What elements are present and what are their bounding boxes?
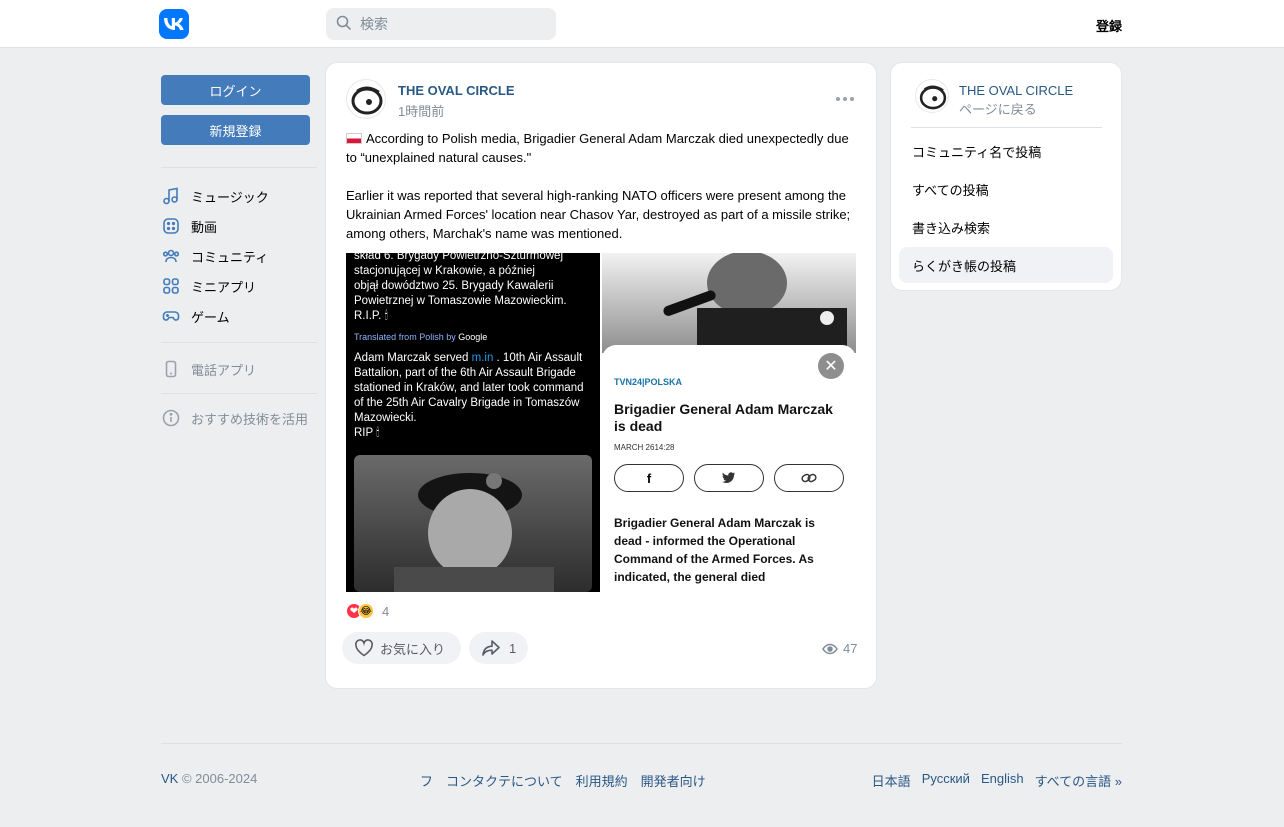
news-date: MARCH 2614:28 <box>614 443 675 452</box>
community-avatar[interactable] <box>346 79 386 119</box>
twitter-share-icon[interactable] <box>694 464 764 492</box>
portrait-image <box>354 455 592 592</box>
eye-icon <box>822 643 838 655</box>
general-photo <box>602 253 856 353</box>
lang-english[interactable]: English <box>981 771 1024 790</box>
lang-russian[interactable]: Русский <box>922 771 970 790</box>
post-paragraph-1: According to Polish media, Brigadier Gen… <box>346 131 849 165</box>
post-author[interactable]: THE OVAL CIRCLE <box>398 83 515 98</box>
signup-button[interactable]: 新規登録 <box>161 115 310 145</box>
nav-item-label: コミュニティ <box>191 249 269 265</box>
nav-item-games[interactable]: ゲーム <box>161 302 317 330</box>
photo-text-line: Powietrznej w Tomaszowie Mazowieckim. <box>354 295 567 307</box>
nav-item-phone-app[interactable]: 電話アプリ <box>161 355 317 383</box>
translated-label: Translated from Polish by <box>354 332 456 342</box>
post-time[interactable]: 1時間前 <box>398 101 444 120</box>
sidebar-item-search-posts[interactable]: 書き込み検索 <box>899 209 1113 245</box>
translated-brand: Google <box>458 332 488 342</box>
nav-item-video[interactable]: 動画 <box>161 212 317 240</box>
news-body: Brigadier General Adam Marczak is dead -… <box>614 516 815 584</box>
sidebar-divider <box>911 127 1102 128</box>
footer-languages: 日本語 Русский English すべての言語 » <box>872 771 1122 790</box>
community-sidebar: THE OVAL CIRCLE ページに戻る コミュニティ名で投稿 すべての投稿… <box>890 62 1122 291</box>
footer-link-developers[interactable]: 開発者向け <box>641 771 706 790</box>
footer-link[interactable]: フ <box>420 771 433 790</box>
sidebar-item-all-posts[interactable]: すべての投稿 <box>899 171 1113 207</box>
lang-japanese[interactable]: 日本語 <box>872 771 911 790</box>
post-photo-left[interactable]: skład 6. Brygady Powietrzno-Szturmowej s… <box>346 253 600 592</box>
nav-item-label: 電話アプリ <box>191 362 257 378</box>
sidebar-item-wall-posts[interactable]: らくがき帳の投稿 <box>899 247 1113 283</box>
view-count: 47 <box>843 641 858 656</box>
photo-text-line: R.I.P. 🕯 <box>354 310 388 322</box>
info-icon <box>161 408 181 428</box>
gamepad-icon <box>161 306 181 326</box>
community-icon <box>161 246 181 266</box>
photo-text-prefix: Adam Marczak served <box>354 352 469 364</box>
nav-divider <box>161 393 317 394</box>
search-input[interactable] <box>360 16 550 32</box>
vk-logo-icon[interactable] <box>159 9 189 39</box>
nav-item-label: ミニアプリ <box>191 279 257 295</box>
facebook-share-icon[interactable]: f <box>614 464 684 492</box>
nav-item-music[interactable]: ミュージック <box>161 182 317 210</box>
nav-item-label: ゲーム <box>191 309 230 325</box>
phone-icon <box>161 359 181 379</box>
nav-item-community[interactable]: コミュニティ <box>161 242 317 270</box>
photo-text-link: m.in <box>471 352 494 364</box>
nav-item-label: おすすめ技術を活用 <box>191 411 309 427</box>
share-icon <box>481 639 501 657</box>
footer-copyright-text: © 2006-2024 <box>181 771 258 786</box>
login-button[interactable]: ログイン <box>161 75 310 105</box>
like-button[interactable]: お気に入り <box>342 632 461 664</box>
share-button[interactable]: 1 <box>469 632 528 664</box>
more-options-icon[interactable] <box>836 91 854 107</box>
apps-icon <box>161 276 181 296</box>
heart-icon <box>354 639 374 657</box>
footer-brand[interactable]: VK <box>161 771 178 786</box>
nav-item-label: 動画 <box>191 219 218 235</box>
view-counter: 47 <box>822 641 857 656</box>
video-icon <box>161 216 181 236</box>
news-panel: ✕ TVN24|POLSKA Brigadier General Adam Ma… <box>602 345 856 592</box>
music-icon <box>161 186 181 206</box>
photo-text-line: objął dowództwo 25. Brygady Kawalerii <box>354 280 554 292</box>
photo-text-line: skład 6. Brygady Powietrzno-Szturmowej <box>354 253 563 262</box>
footer-link-about[interactable]: コンタクテについて <box>446 771 563 790</box>
copy-link-icon[interactable] <box>774 464 844 492</box>
news-source: TVN24|POLSKA <box>614 377 683 387</box>
nav-item-recommend[interactable]: おすすめ技術を活用 <box>161 404 317 432</box>
photo-text-line: stacjonującej w Krakowie, a później <box>354 265 535 277</box>
footer-divider <box>161 743 1122 744</box>
laugh-reaction-icon: 😂 <box>358 603 374 619</box>
top-bar: 登録 <box>0 0 1284 48</box>
close-icon[interactable]: ✕ <box>818 353 844 379</box>
photo-text-rip: RIP 🕯 <box>354 427 380 439</box>
post-photo-right[interactable]: ✕ TVN24|POLSKA Brigadier General Adam Ma… <box>602 253 856 592</box>
post-paragraph-2: Earlier it was reported that several hig… <box>346 188 851 241</box>
footer-link-terms[interactable]: 利用規約 <box>576 771 628 790</box>
back-to-page-link[interactable]: ページに戻る <box>959 99 1037 118</box>
community-avatar[interactable] <box>915 79 949 113</box>
share-count: 1 <box>509 640 517 656</box>
reaction-count: 4 <box>382 603 390 619</box>
sidebar-item-community-posts[interactable]: コミュニティ名で投稿 <box>899 133 1113 169</box>
post-text: According to Polish media, Brigadier Gen… <box>346 129 858 243</box>
lang-all[interactable]: すべての言語 » <box>1035 771 1122 790</box>
news-headline: Brigadier General Adam Marczak is dead <box>614 401 833 434</box>
nav-divider <box>161 167 317 168</box>
nav-item-apps[interactable]: ミニアプリ <box>161 272 317 300</box>
post-card: THE OVAL CIRCLE 1時間前 According to Polish… <box>325 62 877 689</box>
like-label: お気に入り <box>380 641 446 657</box>
reactions[interactable]: ❤ 😂 4 <box>346 603 389 619</box>
footer-copyright: VK © 2006-2024 <box>161 771 257 786</box>
register-link[interactable]: 登録 <box>1096 16 1122 35</box>
footer-links: フ コンタクテについて 利用規約 開発者向け <box>420 771 706 790</box>
community-name[interactable]: THE OVAL CIRCLE <box>959 83 1073 98</box>
search-icon <box>336 15 352 34</box>
nav-divider <box>161 342 317 343</box>
search-box[interactable] <box>326 8 556 40</box>
poland-flag-icon <box>346 133 362 144</box>
nav-item-label: ミュージック <box>191 189 269 205</box>
